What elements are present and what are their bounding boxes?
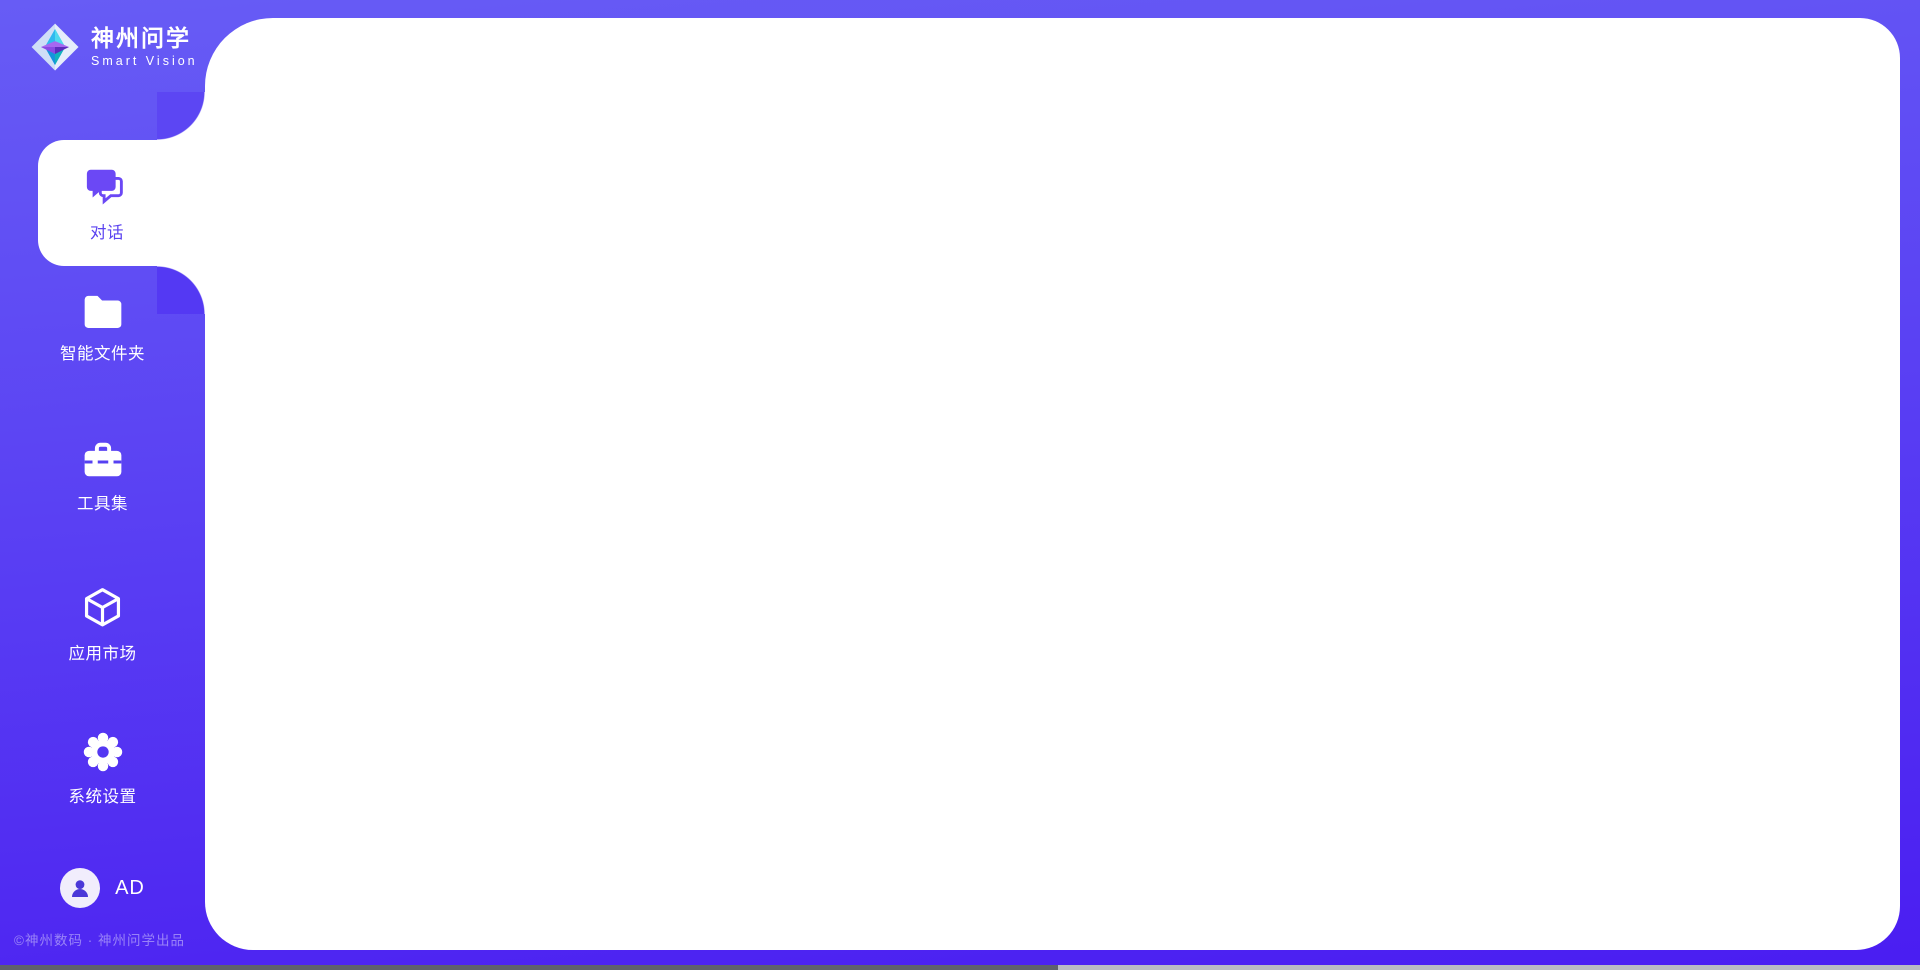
chat-bubbles-icon [84, 164, 130, 210]
brand-logo: 神州问学 Smart Vision [30, 22, 198, 72]
sidebar-item-label: 工具集 [77, 490, 128, 514]
sidebar-item-toolset[interactable]: 工具集 [0, 441, 205, 514]
tab-fillet-top [157, 92, 205, 140]
copyright-footer: ©神州数码 · 神州问学出品 [14, 929, 185, 949]
sidebar-item-app-market[interactable]: 应用市场 [0, 585, 205, 664]
sidebar-item-settings[interactable]: 系统设置 [0, 731, 205, 807]
main-panel [205, 18, 1900, 950]
sidebar-item-label: 对话 [90, 219, 124, 243]
sidebar-item-smart-folder[interactable]: 智能文件夹 [0, 293, 205, 364]
gear-icon [82, 731, 124, 773]
cube-icon [80, 585, 125, 630]
sidebar-item-label: 智能文件夹 [60, 340, 145, 364]
sidebar-item-chat[interactable]: 对话 [38, 140, 210, 266]
user-initials: AD [115, 877, 145, 900]
user-account[interactable]: AD [0, 868, 205, 908]
folder-icon [81, 293, 125, 330]
brand-subtitle: Smart Vision [91, 54, 198, 68]
scrollbar-thumb[interactable] [0, 965, 1058, 970]
sidebar-item-label: 系统设置 [69, 783, 137, 807]
person-icon [68, 876, 92, 900]
toolbox-icon [82, 441, 124, 480]
avatar [60, 868, 100, 908]
brand-name: 神州问学 [91, 26, 198, 51]
sidebar-item-label: 应用市场 [69, 640, 137, 664]
horizontal-scrollbar[interactable] [0, 965, 1920, 970]
diamond-logo-icon [30, 22, 80, 72]
